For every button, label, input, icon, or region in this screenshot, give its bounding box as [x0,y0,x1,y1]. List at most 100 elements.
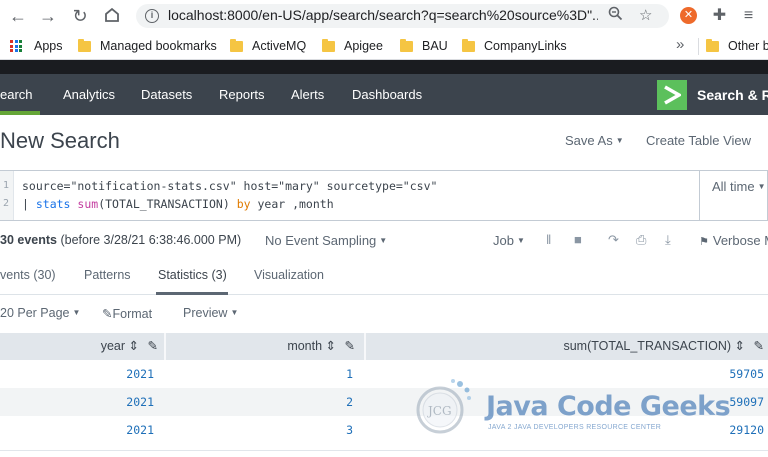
caret-down-icon: ▼ [72,308,81,317]
cell-month[interactable]: 1 [346,360,353,388]
print-icon[interactable]: ⎙ [636,232,646,248]
bookmark-label: Other b [728,39,768,53]
column-header-month[interactable]: month ⇕ ✎ [287,333,355,360]
caret-down-icon: ▼ [230,308,239,317]
results-tabs: vents (30) Patterns Statistics (3) Visua… [0,257,768,295]
job-label: Job [493,233,514,248]
cell-sum[interactable]: 29120 [729,416,764,444]
bookmark-activemq[interactable]: ActiveMQ [230,38,306,53]
extension-icon[interactable]: ✕ [680,7,697,24]
sort-icon: ⇕ [734,339,746,353]
time-range-value: All time [712,179,755,194]
function-token: sum [77,197,99,211]
save-as-button[interactable]: Save As ▼ [565,133,624,148]
sort-icon: ⇕ [128,339,140,353]
cell-year[interactable]: 2021 [126,416,154,444]
bookmark-label: CompanyLinks [484,39,567,53]
cell-year[interactable]: 2021 [126,360,154,388]
export-icon[interactable]: ⤓ [665,232,671,248]
format-button[interactable]: ✎Format [102,306,152,321]
zoom-icon[interactable] [608,6,623,25]
bookmark-other[interactable]: Other b [706,38,768,53]
app-name[interactable]: Search & Re [697,87,768,103]
table-bottom-rule [0,450,768,457]
app-nav-bar: earch Analytics Datasets Reports Alerts … [0,74,768,115]
forward-icon[interactable]: → [38,6,58,26]
active-tab-underline [156,292,228,295]
pencil-icon: ✎ [102,307,113,321]
nav-search[interactable]: earch [0,87,33,102]
column-label: year [100,339,126,353]
column-header-sum[interactable]: sum(TOTAL_TRANSACTION) ⇕ ✎ [563,333,764,360]
nav-alerts[interactable]: Alerts [291,87,324,102]
pause-icon[interactable]: ‖ [546,232,551,247]
line-number-gutter: 1 2 [0,171,14,220]
cell-sum[interactable]: 59097 [729,388,764,416]
nav-datasets[interactable]: Datasets [141,87,192,102]
mode-icon: ⚑ [699,236,709,248]
bookmark-apigee[interactable]: Apigee [322,38,383,53]
query-line-1[interactable]: source="notification-stats.csv" host="ma… [22,179,437,193]
folder-icon [400,38,413,52]
extensions-puzzle-icon[interactable]: ✚ [711,7,728,24]
reload-icon[interactable]: ↻ [70,6,90,26]
per-page-label: 20 Per Page [0,306,70,320]
stop-icon[interactable]: ■ [574,232,582,247]
bookmark-bau[interactable]: BAU [400,38,448,53]
argument-token: (TOTAL_TRANSACTION) [98,197,237,211]
bookmarks-overflow-icon[interactable]: » [676,36,684,53]
bookmark-label: Apps [34,39,63,53]
job-menu[interactable]: Job ▼ [493,233,525,248]
query-line-2[interactable]: | stats sum(TOTAL_TRANSACTION) by year ,… [22,197,334,211]
reading-list-icon[interactable]: ≡ [740,7,757,24]
nav-analytics[interactable]: Analytics [63,87,115,102]
search-time: (before 3/28/21 6:38:46.000 PM) [60,233,242,247]
url-text[interactable]: localhost:8000/en-US/app/search/search?q… [168,7,598,23]
table-header: year ⇕ ✎ month ⇕ ✎ sum(TOTAL_TRANSACTION… [0,333,768,360]
bookmark-companylinks[interactable]: CompanyLinks [462,38,567,53]
watermark-logo: JCG Java Code Geeks JAVA 2 JAVA DEVELOPE… [412,374,731,444]
nav-dashboards[interactable]: Dashboards [352,87,422,102]
cell-sum[interactable]: 59705 [729,360,764,388]
time-range-picker[interactable]: All time ▼ [700,170,768,221]
cell-year[interactable]: 2021 [126,388,154,416]
time-range-label: All time ▼ [712,179,766,194]
folder-icon [78,38,91,52]
active-tab-indicator [0,111,40,115]
back-icon[interactable]: ← [8,6,28,26]
format-label: Format [112,307,153,321]
column-label: month [287,339,323,353]
create-table-view-button[interactable]: Create Table View [646,133,751,148]
bookmark-managed[interactable]: Managed bookmarks [78,38,217,53]
tab-events[interactable]: vents (30) [0,268,56,282]
apps-grid-icon [10,40,22,52]
event-count: 30 events [0,233,57,247]
preview-label: Preview [183,306,228,320]
event-sampling-dropdown[interactable]: No Event Sampling ▼ [265,233,387,248]
search-mode-label: Verbose M [712,233,768,248]
bookmark-star-icon[interactable]: ☆ [639,6,652,24]
search-mode-dropdown[interactable]: ⚑Verbose M [699,233,768,248]
preview-dropdown[interactable]: Preview ▼ [183,306,238,320]
watermark-subtitle: JAVA 2 JAVA DEVELOPERS RESOURCE CENTER [488,424,662,431]
cell-month[interactable]: 2 [346,388,353,416]
tab-statistics[interactable]: Statistics (3) [158,268,227,282]
home-icon[interactable] [102,6,122,26]
line-number: 2 [3,198,10,209]
address-bar[interactable]: i localhost:8000/en-US/app/search/search… [136,4,669,28]
tab-visualization[interactable]: Visualization [254,268,324,282]
cell-month[interactable]: 3 [346,416,353,444]
tab-patterns[interactable]: Patterns [84,268,131,282]
save-as-label: Save As [565,133,613,148]
nav-reports[interactable]: Reports [219,87,265,102]
column-label: sum(TOTAL_TRANSACTION) [563,339,732,353]
app-logo-icon[interactable] [657,80,687,110]
column-divider [364,333,366,360]
search-query-editor[interactable]: 1 2 source="notification-stats.csv" host… [0,170,700,221]
share-icon[interactable]: ↷ [608,232,619,248]
folder-icon [706,38,719,52]
site-info-icon[interactable]: i [145,9,159,23]
bookmark-apps[interactable]: Apps [10,39,63,53]
column-header-year[interactable]: year ⇕ ✎ [101,333,158,360]
per-page-dropdown[interactable]: 20 Per Page ▼ [0,306,80,320]
